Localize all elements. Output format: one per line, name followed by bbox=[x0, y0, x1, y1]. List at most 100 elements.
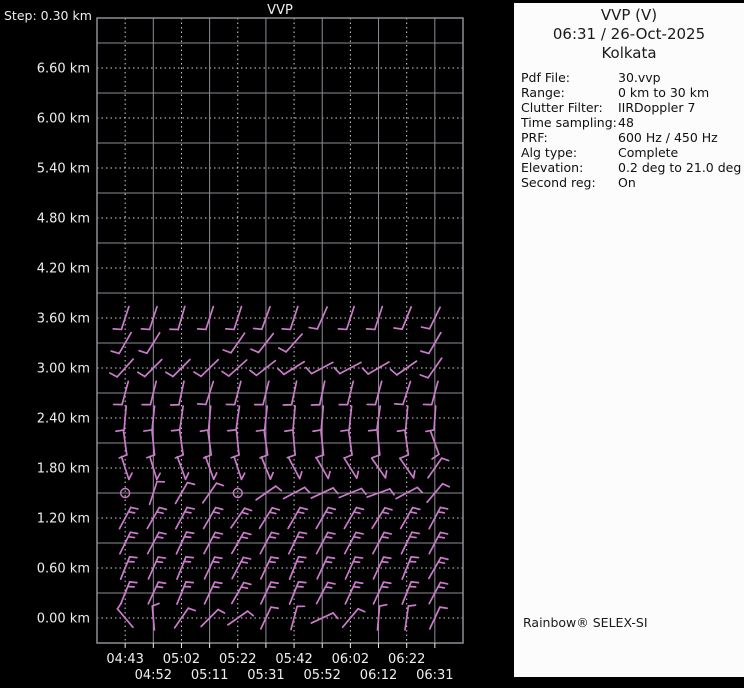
wind-barb bbox=[116, 603, 138, 627]
barb-stroke bbox=[176, 507, 187, 528]
barb-stroke bbox=[159, 531, 166, 536]
wind-barb bbox=[311, 612, 338, 629]
wind-barb bbox=[341, 431, 353, 458]
x-axis-label: 05:42 bbox=[275, 652, 312, 667]
wind-barb bbox=[285, 431, 295, 458]
wind-barb bbox=[223, 329, 244, 355]
wind-barb bbox=[429, 556, 448, 582]
barb-stroke bbox=[333, 612, 338, 619]
barb-stroke bbox=[243, 556, 250, 561]
barb-stroke bbox=[408, 604, 415, 607]
barb-stroke bbox=[255, 403, 263, 407]
wind-barb bbox=[345, 531, 363, 557]
wind-barb bbox=[283, 486, 309, 504]
vvp-window: Step: 0.30 km VVP 6.60 km6.00 km5.40 km4… bbox=[0, 0, 744, 688]
barb-stroke bbox=[172, 429, 180, 432]
panel-datetime: 06:31 / 26-Oct-2025 bbox=[514, 25, 744, 44]
barb-stroke bbox=[401, 508, 413, 529]
wind-barb bbox=[139, 329, 160, 355]
barb-stroke bbox=[142, 403, 150, 407]
step-label: Step: 0.30 km bbox=[4, 8, 92, 23]
barb-stroke bbox=[423, 403, 431, 407]
wind-barb bbox=[373, 555, 390, 582]
detail-label: Time sampling: bbox=[521, 115, 618, 130]
barb-stroke bbox=[144, 429, 152, 432]
brand-text: Rainbow® SELEX-SI bbox=[523, 615, 648, 630]
wind-barb bbox=[148, 531, 166, 557]
panel-details: Pdf File:30.vvpRange:0 km to 30 kmClutte… bbox=[514, 70, 744, 190]
barb-stroke bbox=[417, 486, 422, 493]
y-axis-label: 3.60 km bbox=[37, 312, 90, 327]
detail-row: Time sampling:48 bbox=[521, 115, 744, 130]
barb-stroke bbox=[311, 403, 319, 407]
barb-stroke bbox=[198, 327, 206, 331]
wind-barb bbox=[427, 482, 449, 506]
barb-stroke bbox=[159, 506, 166, 511]
y-axis-label: 3.00 km bbox=[37, 362, 90, 377]
barb-stroke bbox=[130, 555, 137, 559]
barb-stroke bbox=[215, 531, 222, 536]
barb-stroke bbox=[278, 368, 284, 376]
y-axis-label: 4.20 km bbox=[37, 262, 90, 277]
barb-stroke bbox=[442, 457, 449, 463]
wind-barb bbox=[148, 555, 165, 582]
wind-barb bbox=[372, 455, 390, 478]
wind-barb bbox=[426, 405, 436, 431]
detail-label: Clutter Filter: bbox=[521, 100, 618, 115]
barb-stroke bbox=[203, 455, 211, 458]
wind-barb bbox=[110, 354, 133, 379]
detail-label: Second reg: bbox=[521, 175, 618, 190]
x-axis-label: 05:02 bbox=[163, 652, 200, 667]
wind-barb bbox=[317, 555, 334, 582]
barb-stroke bbox=[245, 507, 252, 513]
barb-stroke bbox=[313, 429, 321, 432]
wind-barb bbox=[397, 431, 409, 458]
wind-barb bbox=[260, 531, 278, 557]
barb-stroke bbox=[391, 368, 397, 376]
wind-barb bbox=[398, 405, 408, 432]
barb-stroke bbox=[226, 403, 234, 407]
barb-stroke bbox=[124, 406, 126, 430]
barb-stroke bbox=[356, 531, 363, 536]
barb-stroke bbox=[209, 406, 211, 430]
x-axis-label: 05:31 bbox=[247, 668, 284, 683]
grid-layer bbox=[97, 18, 463, 648]
barb-stroke bbox=[130, 580, 137, 584]
wind-barb bbox=[422, 304, 441, 331]
wind-barb bbox=[150, 455, 162, 479]
barb-stroke bbox=[297, 604, 304, 608]
barb-stroke bbox=[390, 488, 394, 495]
wind-barb bbox=[278, 355, 304, 376]
barb-stroke bbox=[377, 606, 379, 630]
wind-barb bbox=[120, 506, 138, 532]
detail-label: PRF: bbox=[521, 130, 618, 145]
barb-stroke bbox=[121, 557, 130, 579]
barb-stroke bbox=[282, 327, 290, 331]
wind-barb bbox=[279, 329, 302, 354]
wind-barb bbox=[311, 487, 338, 504]
barb-stroke bbox=[175, 608, 189, 628]
wind-barb bbox=[316, 455, 332, 478]
barb-stroke bbox=[328, 506, 335, 511]
barb-stroke bbox=[400, 458, 414, 478]
wind-barb bbox=[316, 506, 335, 532]
barb-stroke bbox=[327, 555, 334, 560]
barb-stroke bbox=[334, 367, 340, 375]
wind-barb bbox=[428, 457, 449, 482]
wind-barb bbox=[261, 555, 278, 582]
barb-stroke bbox=[254, 327, 262, 332]
detail-row: Range:0 km to 30 km bbox=[521, 85, 744, 100]
plot-border bbox=[97, 18, 463, 643]
x-axis-label: 05:52 bbox=[303, 668, 340, 683]
barb-stroke bbox=[384, 555, 391, 560]
barb-stroke bbox=[141, 327, 149, 331]
barb-stroke bbox=[194, 371, 201, 378]
barb-stroke bbox=[443, 482, 450, 488]
barb-stroke bbox=[347, 307, 354, 330]
barb-stroke bbox=[116, 603, 123, 609]
barb-stroke bbox=[367, 327, 375, 331]
barb-stroke bbox=[293, 431, 295, 455]
barb-stroke bbox=[283, 403, 291, 407]
barb-stroke bbox=[248, 610, 254, 617]
wind-barb bbox=[175, 607, 196, 632]
